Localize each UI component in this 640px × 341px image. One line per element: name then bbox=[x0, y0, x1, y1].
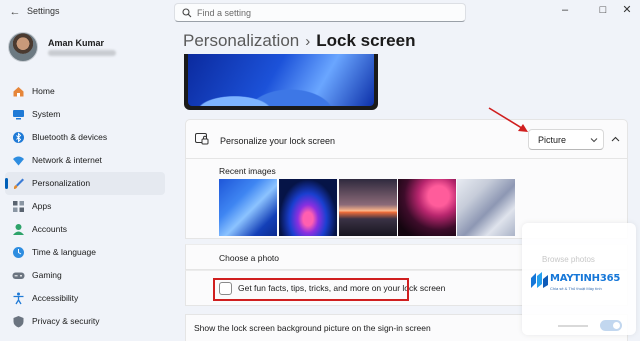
chevron-up-icon[interactable] bbox=[611, 135, 620, 144]
recent-image-thumbnail[interactable] bbox=[279, 179, 337, 236]
search-placeholder: Find a setting bbox=[197, 8, 252, 18]
sidebar-item-time-and-language[interactable]: Time & language bbox=[5, 241, 165, 264]
recent-image-thumbnail[interactable] bbox=[457, 179, 515, 236]
sidebar-item-home[interactable]: Home bbox=[5, 80, 165, 103]
sidebar-nav: Home System Bluetooth & devices Network & i… bbox=[5, 80, 165, 333]
page-title: Lock screen bbox=[316, 31, 416, 50]
choose-photo-label: Choose a photo bbox=[219, 253, 280, 263]
maytinh365-logo-icon bbox=[531, 272, 548, 288]
user-name: Aman Kumar bbox=[48, 38, 105, 48]
recent-image-thumbnail[interactable] bbox=[398, 179, 456, 236]
watermark-faded-text: Browse photos bbox=[542, 255, 595, 264]
search-input[interactable]: Find a setting bbox=[174, 3, 466, 22]
home-icon bbox=[13, 87, 24, 97]
sidebar-item-privacy-and-security[interactable]: Privacy & security bbox=[5, 310, 165, 333]
watermark-toggle bbox=[600, 320, 622, 331]
back-arrow-icon[interactable]: ← bbox=[8, 5, 22, 19]
title-bar: ← Settings Find a setting – □ ✕ bbox=[0, 0, 640, 24]
avatar[interactable] bbox=[8, 32, 38, 62]
recent-image-thumbnail[interactable] bbox=[219, 179, 277, 236]
personalize-lock-screen-row[interactable]: Personalize your lock screen Picture bbox=[185, 119, 628, 159]
sidebar-item-apps[interactable]: Apps bbox=[5, 195, 165, 218]
background-type-dropdown[interactable]: Picture bbox=[528, 129, 604, 150]
sidebar: Aman Kumar Home System Bluetooth & devices… bbox=[0, 24, 168, 341]
selection-indicator bbox=[5, 178, 8, 189]
apps-icon bbox=[13, 201, 24, 212]
user-email-blurred bbox=[48, 50, 116, 56]
maximize-icon[interactable]: □ bbox=[592, 2, 614, 18]
watermark: Browse photos MAYTINH365 Chia sẻ & Thủ t… bbox=[522, 223, 636, 335]
signin-background-label: Show the lock screen background picture … bbox=[194, 323, 431, 333]
watermark-faded-line bbox=[558, 325, 588, 327]
accessibility-icon bbox=[13, 292, 24, 305]
sidebar-item-label: System bbox=[32, 109, 61, 119]
sidebar-item-label: Time & language bbox=[32, 247, 96, 257]
sidebar-item-label: Accessibility bbox=[32, 293, 79, 303]
sidebar-item-label: Bluetooth & devices bbox=[32, 132, 108, 142]
sidebar-item-accessibility[interactable]: Accessibility bbox=[5, 287, 165, 310]
sidebar-item-label: Accounts bbox=[32, 224, 67, 234]
sidebar-item-label: Gaming bbox=[32, 270, 62, 280]
system-icon bbox=[13, 110, 24, 120]
sidebar-item-personalization[interactable]: Personalization bbox=[5, 172, 165, 195]
watermark-brand: MAYTINH365 bbox=[550, 273, 621, 284]
sidebar-item-network-and-internet[interactable]: Network & internet bbox=[5, 149, 165, 172]
sidebar-item-accounts[interactable]: Accounts bbox=[5, 218, 165, 241]
recent-images-label: Recent images bbox=[219, 166, 276, 176]
bluetooth-icon bbox=[13, 132, 24, 143]
gamepad-icon bbox=[12, 272, 25, 279]
sidebar-item-bluetooth-and-devices[interactable]: Bluetooth & devices bbox=[5, 126, 165, 149]
breadcrumb-separator: › bbox=[305, 33, 311, 50]
sidebar-item-label: Apps bbox=[32, 201, 52, 211]
sidebar-item-label: Privacy & security bbox=[32, 316, 100, 326]
annotation-arrow-icon bbox=[488, 107, 528, 132]
dropdown-selected-value: Picture bbox=[538, 135, 567, 145]
close-icon[interactable]: ✕ bbox=[616, 2, 638, 18]
breadcrumb-parent[interactable]: Personalization bbox=[183, 31, 299, 50]
app-title: Settings bbox=[27, 6, 60, 16]
lock-screen-preview bbox=[184, 54, 378, 110]
sidebar-item-gaming[interactable]: Gaming bbox=[5, 264, 165, 287]
watermark-tagline: Chia sẻ & Thủ thuật Máy tính bbox=[550, 286, 602, 291]
highlight-annotation-box bbox=[213, 278, 409, 301]
accounts-icon bbox=[13, 224, 24, 235]
minimize-icon[interactable]: – bbox=[554, 2, 576, 18]
wifi-icon bbox=[13, 156, 24, 166]
chevron-down-icon bbox=[590, 138, 598, 143]
preview-wallpaper bbox=[188, 54, 374, 106]
sidebar-item-system[interactable]: System bbox=[5, 103, 165, 126]
personalize-label: Personalize your lock screen bbox=[220, 136, 336, 146]
sidebar-item-label: Personalization bbox=[32, 178, 91, 188]
shield-icon bbox=[13, 316, 24, 328]
lock-screen-icon bbox=[195, 133, 209, 145]
sidebar-item-label: Home bbox=[32, 86, 55, 96]
recent-image-thumbnail[interactable] bbox=[339, 179, 397, 236]
breadcrumb: Personalization › Lock screen bbox=[183, 31, 415, 51]
globe-clock-icon bbox=[13, 247, 24, 258]
brush-icon bbox=[13, 178, 24, 189]
sidebar-item-label: Network & internet bbox=[32, 155, 102, 165]
search-icon bbox=[182, 8, 192, 18]
